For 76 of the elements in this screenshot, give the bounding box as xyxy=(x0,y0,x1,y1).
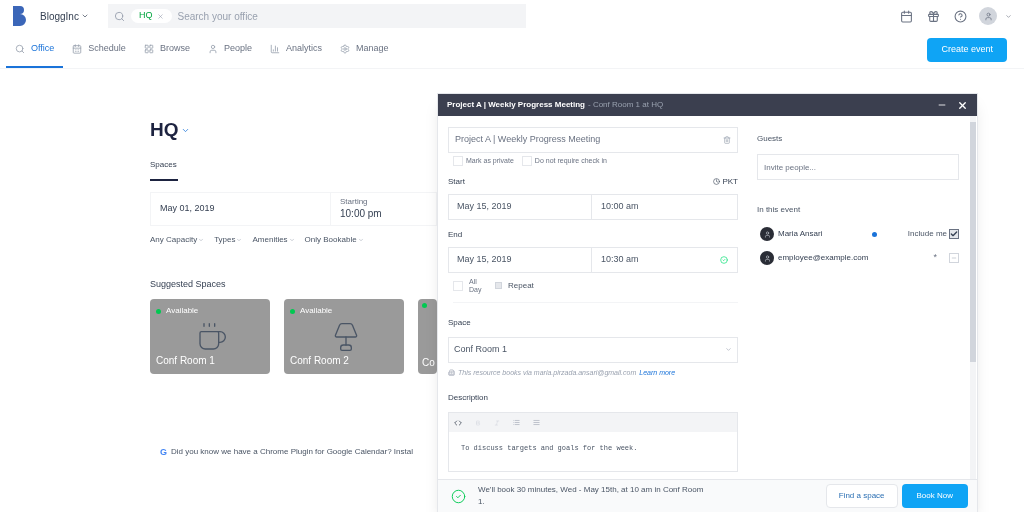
gift-icon[interactable] xyxy=(927,9,940,23)
required-mark: * xyxy=(933,251,937,265)
avatar-icon[interactable] xyxy=(979,7,997,25)
nav-tab[interactable]: Schedule xyxy=(63,32,135,68)
end-label: End xyxy=(448,228,464,241)
caret-icon xyxy=(725,346,732,353)
filter-dropdown[interactable]: Only Bookable xyxy=(304,233,364,246)
building-icon xyxy=(448,369,455,377)
booking-summary: We'll book 30 minutes, Wed - May 15th, at 10 am in Conf Room 1. xyxy=(478,484,705,508)
person-name: Maria Ansari xyxy=(778,228,824,240)
mug-icon xyxy=(196,321,228,353)
in-event-label: In this event xyxy=(757,204,802,216)
checkbox-label: Repeat xyxy=(508,279,534,292)
start-label: Start xyxy=(448,175,465,188)
check-circle-icon xyxy=(451,488,466,504)
filter-dropdown[interactable]: Any Capacity xyxy=(150,233,205,246)
caret-icon xyxy=(198,236,205,243)
google-logo: G xyxy=(160,446,167,459)
include-me-label: Include me xyxy=(907,228,947,240)
nav-tab[interactable]: Office xyxy=(6,32,64,68)
search-icon xyxy=(15,44,25,54)
space-name: Conf Room 1 xyxy=(156,354,216,368)
office-title: HQ xyxy=(150,118,179,142)
remove-button[interactable] xyxy=(949,253,959,263)
settings-icon xyxy=(339,44,350,54)
company-switcher[interactable]: BloggInc xyxy=(40,8,100,24)
grid-icon xyxy=(143,44,154,54)
nav-tab[interactable]: Browse xyxy=(134,32,199,68)
status-label: Available xyxy=(300,305,333,317)
filter-chip[interactable]: HQ xyxy=(131,9,172,23)
guests-label: Guests xyxy=(757,133,784,145)
person-icon xyxy=(983,11,993,21)
description-label: Description xyxy=(448,392,489,404)
check-icon xyxy=(950,230,958,238)
person-icon xyxy=(207,44,218,54)
align-icon[interactable] xyxy=(533,419,540,426)
spaces-tab[interactable]: Spaces xyxy=(150,158,178,181)
scrollbar-thumb[interactable] xyxy=(970,122,976,362)
help-icon[interactable] xyxy=(954,9,967,23)
dialog-subtitle: - Conf Room 1 at HQ xyxy=(588,99,664,111)
trash-icon[interactable] xyxy=(723,136,731,144)
bar-chart-icon xyxy=(269,44,280,54)
person-name: employee@example.com xyxy=(778,252,868,264)
minus-icon xyxy=(951,255,957,261)
calendar-icon[interactable] xyxy=(900,9,913,23)
space-name: Conf Room 2 xyxy=(290,354,350,368)
status-label: Available xyxy=(166,305,199,317)
event-name-field[interactable]: Project A | Weekly Progress Meeting xyxy=(448,127,738,153)
space-dropdown[interactable]: Conf Room 1 xyxy=(448,336,738,363)
list-icon[interactable] xyxy=(513,419,520,426)
code-icon[interactable] xyxy=(454,418,462,427)
caret-icon xyxy=(288,236,295,243)
caret-icon xyxy=(80,12,89,20)
checkbox[interactable] xyxy=(949,229,959,239)
calendar-icon xyxy=(72,44,83,54)
invite-field[interactable]: Invite people... xyxy=(757,154,959,180)
close-icon[interactable] xyxy=(957,99,968,111)
search-icon xyxy=(114,10,125,22)
nav-tab[interactable]: Manage xyxy=(330,32,398,68)
find-space-button[interactable]: Find a space xyxy=(825,484,898,508)
caret-icon xyxy=(236,236,243,243)
timezone-label[interactable]: PKT xyxy=(713,175,738,188)
dialog-title: Project A | Weekly Progress Meeting xyxy=(447,99,585,111)
filter-dropdown[interactable]: Amenities xyxy=(252,233,295,246)
space-name: Co xyxy=(422,356,433,370)
clock-icon xyxy=(713,178,721,185)
plugin-tip: Did you know we have a Chrome Plugin for Google Calendar? Instal xyxy=(171,446,413,457)
nav-tab[interactable]: Analytics xyxy=(260,32,331,68)
section-title: Suggested Spaces xyxy=(150,277,227,291)
space-label: Space xyxy=(448,316,472,329)
caret-icon[interactable] xyxy=(1005,12,1012,20)
filter-dropdown[interactable]: Types xyxy=(214,233,243,246)
logo-icon xyxy=(12,5,26,27)
nav-tab[interactable]: People xyxy=(198,32,261,68)
caret-icon xyxy=(357,236,364,243)
search-field[interactable]: HQ Search your office xyxy=(108,4,526,28)
